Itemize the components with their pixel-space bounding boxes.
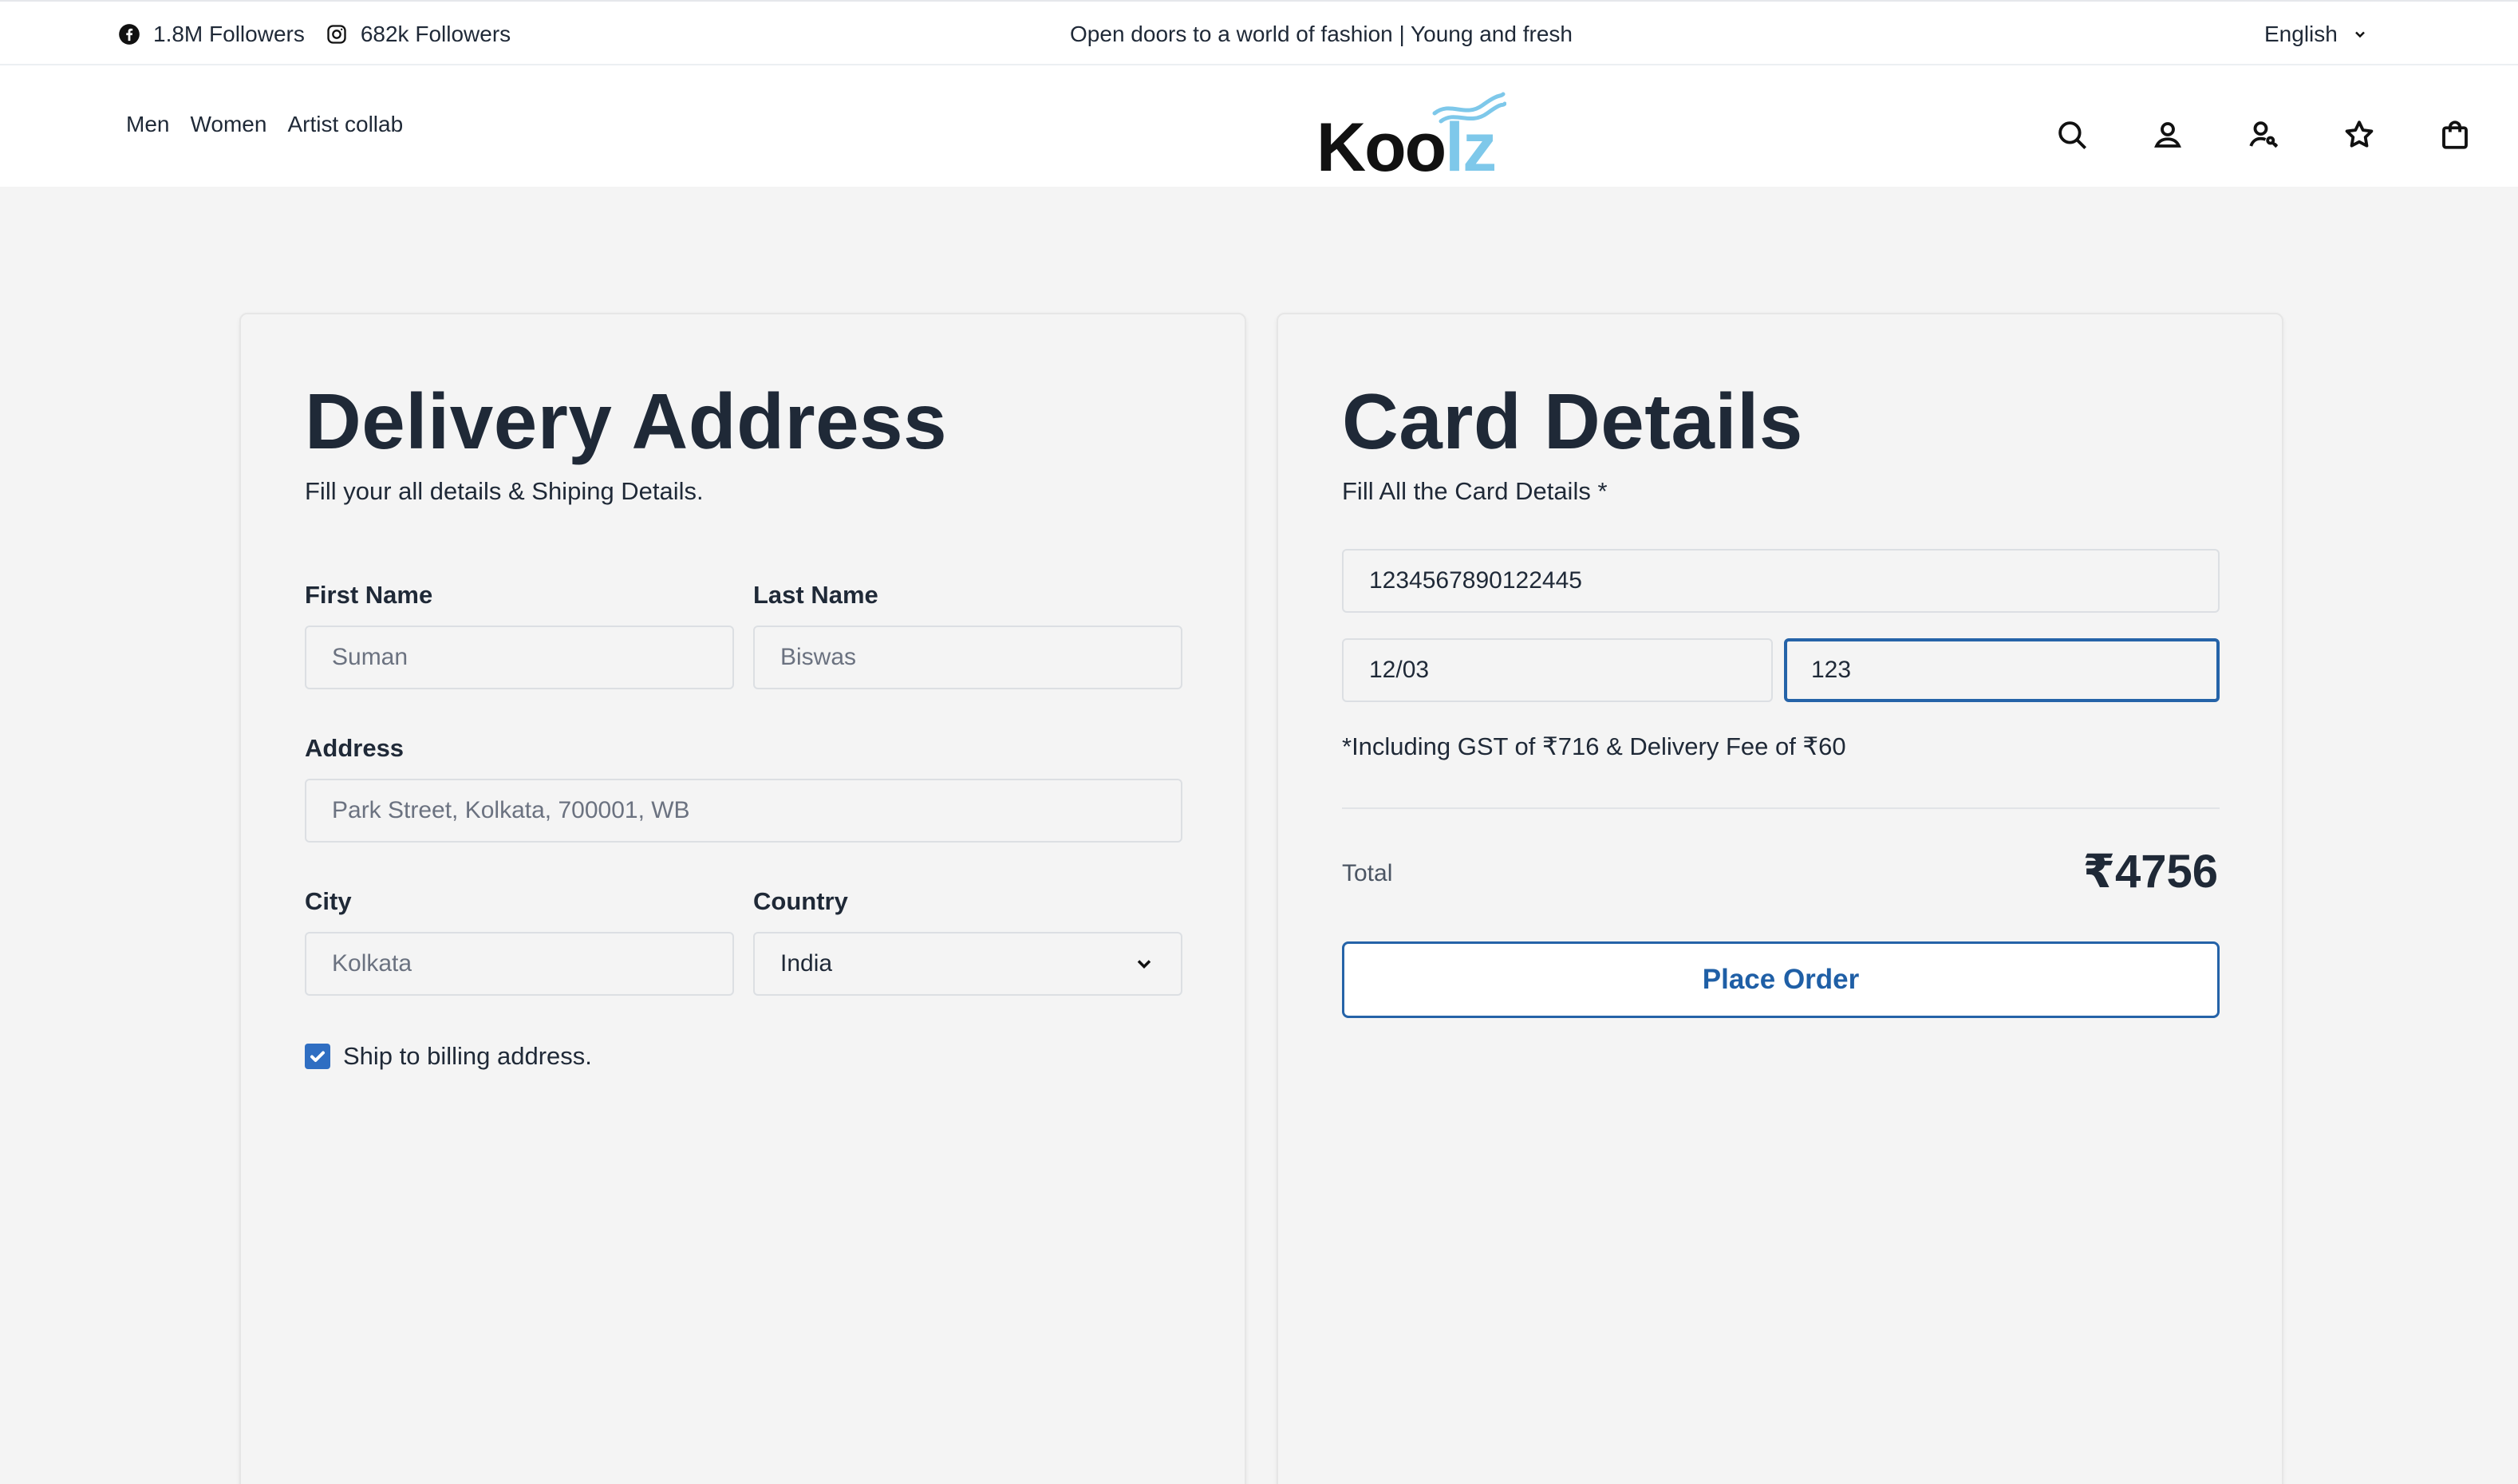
delivery-title: Delivery Address [305, 377, 948, 465]
first-name-input[interactable] [305, 626, 734, 689]
divider [1342, 807, 2220, 809]
user-key-icon [2249, 121, 2278, 148]
nav-item-men[interactable]: Men [126, 112, 169, 137]
ship-to-billing-checkbox[interactable]: Ship to billing address. [305, 1042, 592, 1071]
card-details-subtitle: Fill All the Card Details * [1342, 477, 1608, 505]
star-icon [2345, 120, 2374, 148]
site-header: Men Women Artist collab Koolz [0, 65, 2518, 187]
card-details-card: Card Details Fill All the Card Details *… [1277, 313, 2283, 1484]
user-settings-button[interactable] [2247, 118, 2280, 152]
brand-logo[interactable]: Koolz [1316, 80, 1508, 182]
wishlist-button[interactable] [2342, 118, 2376, 152]
language-selector[interactable]: English [2264, 2, 2368, 67]
logo-wordmark: Koolz [1316, 109, 1497, 186]
total-label: Total [1342, 860, 1393, 886]
account-button[interactable] [2151, 118, 2185, 152]
first-name-label: First Name [305, 581, 433, 609]
tagline: Open doors to a world of fashion | Young… [1070, 22, 1573, 46]
checkbox-checked[interactable] [305, 1044, 330, 1069]
nav-item-women[interactable]: Women [190, 112, 266, 137]
shopping-bag-icon [2442, 120, 2468, 149]
tax-delivery-note: *Including GST of ₹716 & Delivery Fee of… [1342, 732, 1846, 760]
ship-to-billing-label: Ship to billing address. [343, 1042, 592, 1070]
cvv-input[interactable] [1784, 638, 2220, 702]
search-icon [2058, 121, 2086, 149]
cart-button[interactable] [2438, 118, 2472, 152]
nav-item-artist-collab[interactable]: Artist collab [287, 112, 403, 137]
card-details-title: Card Details [1342, 377, 1803, 465]
place-order-button[interactable]: Place Order [1342, 941, 2220, 1018]
chevron-down-icon [2354, 31, 2365, 38]
expiry-input[interactable] [1342, 638, 1773, 702]
city-label: City [305, 887, 352, 915]
announcement-bar: 1.8M Followers 682k Followers Open doors… [0, 0, 2518, 65]
checkmark-icon [310, 1051, 325, 1062]
search-button[interactable] [2055, 118, 2089, 152]
address-label: Address [305, 734, 405, 762]
last-name-label: Last Name [753, 581, 878, 609]
delivery-subtitle: Fill your all details & Shiping Details. [305, 477, 704, 505]
chevron-down-icon [1137, 960, 1151, 969]
country-value: India [780, 950, 833, 977]
city-input[interactable] [305, 932, 734, 996]
address-input[interactable] [305, 779, 1182, 843]
country-select[interactable]: India [753, 932, 1182, 996]
main-nav: Men Women Artist collab [126, 112, 403, 137]
country-label: Country [753, 887, 848, 915]
card-number-input[interactable] [1342, 549, 2220, 613]
header-actions [2055, 118, 2472, 152]
language-label: English [2264, 22, 2338, 46]
user-icon [2154, 122, 2181, 148]
delivery-address-card: Delivery Address Fill your all details &… [239, 313, 1246, 1484]
total-amount: ₹4756 [2082, 846, 2218, 898]
last-name-input[interactable] [753, 626, 1182, 689]
